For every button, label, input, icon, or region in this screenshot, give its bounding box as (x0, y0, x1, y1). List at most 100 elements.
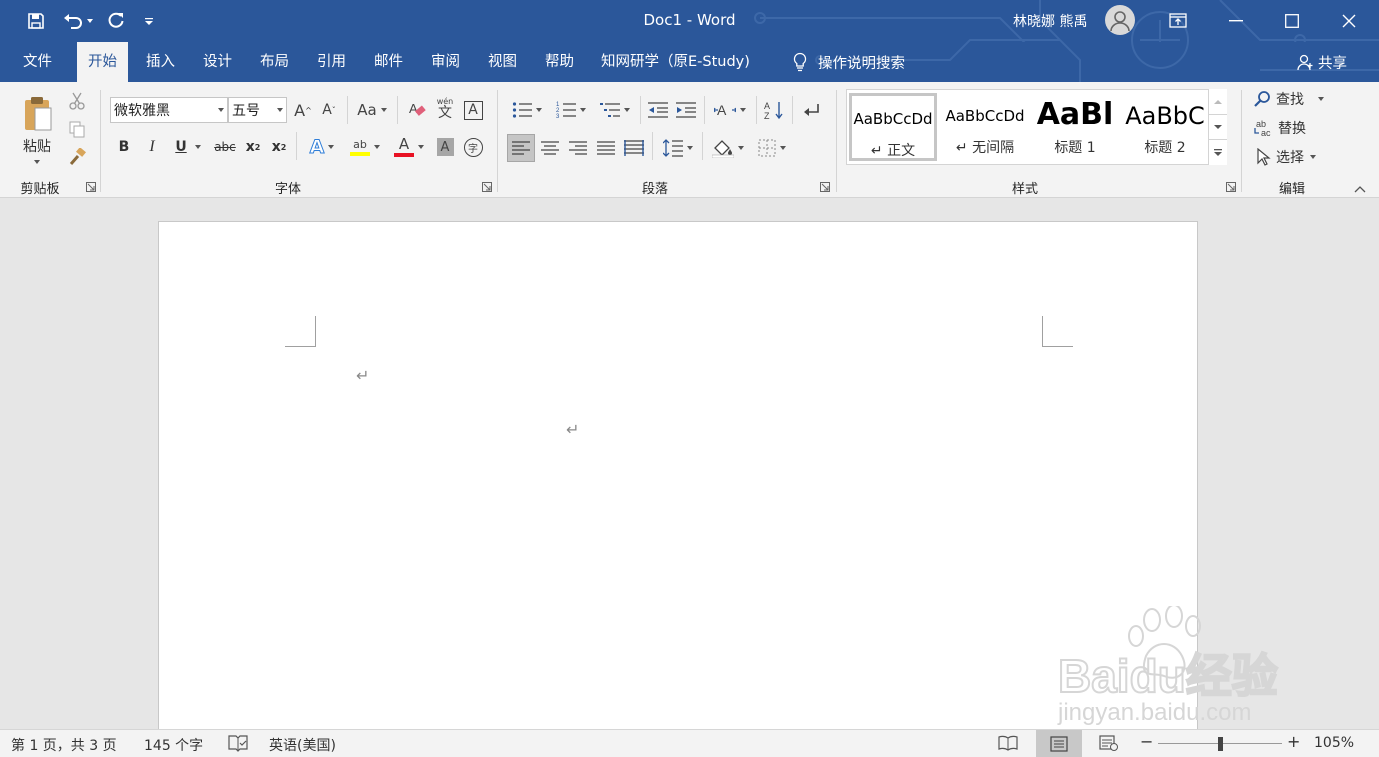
phonetic-guide-button[interactable]: wén 文 (432, 95, 458, 123)
replace-icon: abac (1254, 119, 1271, 137)
style-heading-2-name: 标题 2 (1144, 140, 1186, 156)
language[interactable]: 英语(美国) (269, 735, 336, 755)
highlight-color-bar (350, 151, 370, 156)
redo-icon[interactable] (104, 9, 128, 33)
web-layout-icon[interactable] (1099, 734, 1119, 756)
print-layout-icon[interactable] (1036, 730, 1082, 757)
zoom-out-button[interactable]: − (1140, 734, 1153, 750)
distributed-icon[interactable] (621, 134, 647, 162)
font-name-combo[interactable]: 微软雅黑 (110, 97, 228, 123)
customize-icon[interactable] (140, 9, 158, 33)
tab-estudy[interactable]: 知网研学（原E-Study) (601, 42, 750, 82)
tab-view[interactable]: 视图 (488, 42, 517, 82)
select-button[interactable]: 选择 (1256, 145, 1316, 169)
text-effects-button[interactable]: A (303, 134, 341, 160)
gallery-more-icon[interactable] (1208, 139, 1227, 165)
cut-icon[interactable] (66, 90, 88, 112)
zoom-in-button[interactable]: + (1287, 733, 1300, 751)
style-heading-2[interactable]: AaBbC 标题 2 (1121, 93, 1209, 161)
chinese-layout-button[interactable]: A (710, 97, 750, 123)
tab-insert[interactable]: 插入 (146, 42, 175, 82)
character-shading-button[interactable]: A (433, 134, 457, 160)
enclose-glyph: 字 (463, 137, 483, 157)
bold-button[interactable]: B (112, 134, 136, 160)
strikethrough-button[interactable]: abc (212, 134, 238, 160)
clear-formatting-icon[interactable]: A (404, 97, 430, 123)
tab-design[interactable]: 设计 (203, 42, 232, 82)
shrink-font-button[interactable]: Aˇ (318, 97, 340, 123)
line-spacing-button[interactable] (658, 134, 698, 162)
gallery-scroll-down-icon[interactable] (1208, 114, 1227, 139)
align-left-icon[interactable] (507, 134, 535, 162)
copy-icon[interactable] (66, 118, 88, 140)
tab-home[interactable]: 开始 (77, 42, 128, 82)
character-border-button[interactable]: A (461, 97, 485, 123)
tab-review[interactable]: 审阅 (431, 42, 460, 82)
share-button[interactable]: 共享 (1296, 50, 1347, 74)
increase-indent-icon[interactable] (674, 97, 698, 123)
bullets-button[interactable] (507, 97, 547, 123)
style-heading-1[interactable]: AaBl 标题 1 (1031, 93, 1119, 161)
gallery-scroll-up-icon[interactable] (1208, 89, 1227, 114)
find-button[interactable]: 查找 (1254, 87, 1324, 111)
styles-gallery: AaBbCcDd ↵ 正文 AaBbCcDd ↵ 无间隔 AaBl 标题 1 A… (846, 89, 1227, 165)
zoom-level[interactable]: 105% (1314, 735, 1354, 751)
tab-mailings[interactable]: 邮件 (374, 42, 403, 82)
tab-file[interactable]: 文件 (23, 42, 52, 82)
read-mode-icon[interactable] (998, 734, 1018, 756)
save-icon[interactable] (24, 9, 48, 33)
minimize-icon[interactable] (1207, 0, 1265, 42)
proofing-icon[interactable] (228, 734, 248, 756)
tab-layout[interactable]: 布局 (260, 42, 289, 82)
avatar[interactable] (1105, 5, 1135, 35)
close-icon[interactable] (1320, 0, 1378, 42)
format-painter-icon[interactable] (66, 146, 88, 168)
tab-references[interactable]: 引用 (317, 42, 346, 82)
superscript-button[interactable]: x2 (268, 134, 290, 160)
paragraph-launcher-icon[interactable] (820, 182, 830, 192)
underline-button[interactable]: U (168, 134, 208, 160)
document-area: ↵ ↵ Baidu经验 jingyan.baidu.com (0, 198, 1379, 729)
font-launcher-icon[interactable] (482, 182, 492, 192)
shading-button[interactable] (708, 134, 748, 162)
inline-separator (347, 96, 348, 124)
paste-button[interactable]: 粘贴 (14, 88, 60, 170)
collapse-ribbon-icon[interactable] (1350, 182, 1370, 196)
style-normal[interactable]: AaBbCcDd ↵ 正文 (849, 93, 937, 161)
maximize-icon[interactable] (1263, 0, 1321, 42)
grow-font-glyph: A (294, 100, 306, 120)
undo-icon[interactable] (60, 9, 96, 33)
styles-group-label: 样式 (1011, 182, 1038, 197)
numbering-button[interactable]: 123 (551, 97, 591, 123)
justify-icon[interactable] (593, 134, 619, 162)
style-no-spacing[interactable]: AaBbCcDd ↵ 无间隔 (941, 93, 1029, 161)
grow-font-button[interactable]: A ^ (292, 97, 314, 123)
ribbon-display-options-icon[interactable] (1149, 0, 1207, 42)
font-color-button[interactable]: A (390, 134, 428, 160)
align-right-icon[interactable] (565, 134, 591, 162)
sort-icon[interactable]: AZ (762, 97, 786, 123)
svg-text:3: 3 (556, 114, 560, 119)
align-center-icon[interactable] (537, 134, 563, 162)
styles-launcher-icon[interactable] (1226, 182, 1236, 192)
zoom-slider-thumb[interactable] (1218, 737, 1224, 751)
decrease-indent-icon[interactable] (646, 97, 670, 123)
borders-button[interactable] (752, 134, 792, 162)
italic-button[interactable]: I (140, 134, 164, 160)
font-size-combo[interactable]: 五号 (228, 97, 287, 123)
multilevel-list-button[interactable] (595, 97, 635, 123)
clipboard-launcher-icon[interactable] (86, 182, 96, 192)
replace-button[interactable]: ab ac 替换 (1254, 116, 1306, 140)
tab-help[interactable]: 帮助 (545, 42, 574, 82)
user-name[interactable]: 林晓娜 熊禹 (1013, 11, 1087, 31)
document-page[interactable]: ↵ ↵ (158, 221, 1198, 729)
subscript-button[interactable]: x2 (242, 134, 264, 160)
page-count[interactable]: 第 1 页，共 3 页 (11, 735, 117, 755)
inline-separator (296, 132, 297, 160)
enclose-characters-button[interactable]: 字 (461, 134, 485, 160)
change-case-button[interactable]: Aa (353, 97, 391, 123)
show-hide-marks-icon[interactable] (798, 97, 824, 123)
highlight-button[interactable]: ab (345, 134, 385, 160)
word-count[interactable]: 145 个字 (144, 735, 203, 755)
tell-me-search[interactable]: 操作说明搜索 (792, 50, 905, 74)
